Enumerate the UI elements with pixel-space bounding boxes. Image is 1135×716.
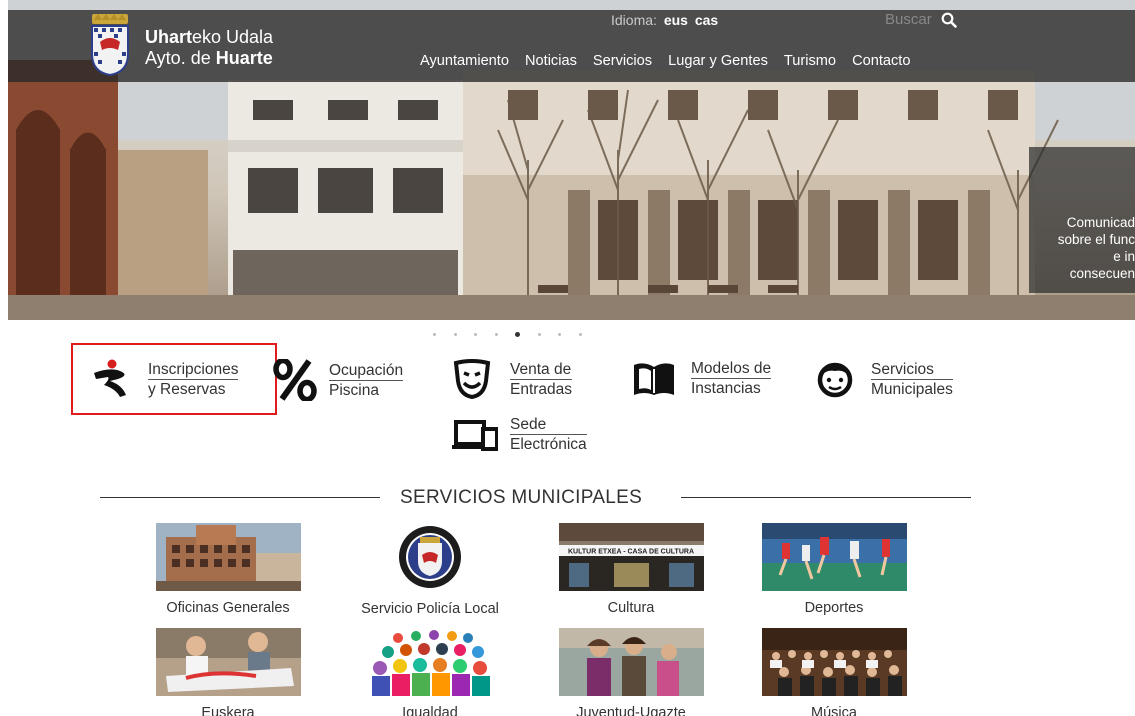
- news-line: Comunicad: [1066, 215, 1135, 230]
- service-label: Servicio Policía Local: [361, 601, 499, 617]
- slider-dot-active[interactable]: [515, 332, 520, 337]
- brand-line2-bold: Huarte: [215, 48, 273, 68]
- quicklink-line1: Servicios: [871, 360, 953, 380]
- nav-turismo[interactable]: Turismo: [784, 53, 836, 69]
- service-label: Oficinas Generales: [166, 600, 290, 616]
- quicklink-line2: Entradas: [510, 380, 573, 398]
- police-badge-image: [357, 523, 503, 591]
- quicklink-line2: Instancias: [691, 380, 761, 397]
- quicklink-ocupacion-piscina[interactable]: Ocupación Piscina: [273, 359, 404, 401]
- service-musica[interactable]: Música: [754, 628, 914, 716]
- nav-servicios[interactable]: Servicios: [593, 53, 652, 69]
- musica-photo: [761, 628, 907, 696]
- language-label: Idioma:: [611, 12, 657, 28]
- service-juventud[interactable]: Juventud-Ugazte: [551, 628, 711, 716]
- section-title: SERVICIOS MUNICIPALES: [400, 487, 643, 508]
- service-label: Cultura: [607, 600, 655, 616]
- section-divider-right: [681, 497, 971, 498]
- language-switcher: Idioma: eus cas: [611, 12, 718, 28]
- deportes-photo: [761, 523, 907, 591]
- nav-noticias[interactable]: Noticias: [525, 53, 577, 69]
- service-deportes[interactable]: Deportes: [754, 523, 914, 615]
- site-brand[interactable]: Uharteko Udala Ayto. de Huarte: [145, 27, 273, 69]
- quicklink-line2: Electrónica: [510, 436, 587, 453]
- slider-dots: [433, 332, 582, 337]
- slider-dot[interactable]: [578, 333, 582, 336]
- service-label: Juventud-Ugazte: [576, 705, 686, 716]
- news-line: sobre el func: [1057, 232, 1135, 247]
- search-input[interactable]: Buscar: [885, 11, 932, 28]
- open-book-icon: [634, 362, 674, 395]
- igualdad-image: [357, 628, 503, 696]
- percent-icon: [273, 359, 317, 401]
- service-igualdad[interactable]: Igualdad: [350, 628, 510, 716]
- quicklink-venta-entradas[interactable]: Venta de Entradas: [452, 359, 573, 399]
- quicklink-line2: Piscina: [329, 381, 379, 399]
- search-icon[interactable]: [941, 12, 957, 28]
- service-oficinas-generales[interactable]: Oficinas Generales: [148, 523, 308, 615]
- slider-dot[interactable]: [433, 333, 436, 336]
- quicklink-line1: Venta de: [510, 360, 573, 380]
- service-label: Música: [811, 705, 857, 716]
- lang-eus-link[interactable]: eus: [664, 12, 688, 28]
- service-euskera[interactable]: Euskera: [148, 628, 308, 716]
- nav-ayuntamiento[interactable]: Ayuntamiento: [420, 53, 509, 69]
- news-caption-text[interactable]: Comunicad sobre el func e in consecuen: [1035, 214, 1135, 282]
- coat-of-arms-logo[interactable]: [88, 12, 132, 76]
- section-divider-left: [100, 497, 380, 498]
- cultura-sign-text: KULTUR ETXEA - CASA DE CULTURA: [568, 549, 694, 556]
- quicklink-line1: Modelos de: [691, 360, 772, 379]
- brand-line2-rest: Ayto. de: [145, 48, 216, 68]
- quicklink-line2: y Reservas: [148, 380, 226, 398]
- runner-icon: [94, 359, 126, 397]
- support-agent-icon: [817, 362, 853, 398]
- quicklink-inscripciones[interactable]: Inscripciones y Reservas: [90, 359, 239, 399]
- service-policia-local[interactable]: Servicio Policía Local: [350, 523, 510, 616]
- news-line: e in: [1113, 249, 1135, 264]
- service-label: Igualdad: [402, 705, 458, 716]
- main-nav: Ayuntamiento Noticias Servicios Lugar y …: [420, 53, 910, 69]
- brand-line1-rest: eko Udala: [192, 27, 274, 47]
- nav-lugar-y-gentes[interactable]: Lugar y Gentes: [668, 53, 768, 69]
- quicklink-sede-electronica[interactable]: Sede Electrónica: [452, 415, 587, 454]
- quicklink-line1: Inscripciones: [148, 360, 239, 380]
- service-label: Euskera: [201, 705, 255, 716]
- service-label: Deportes: [804, 600, 864, 616]
- lang-cas-link[interactable]: cas: [695, 12, 718, 28]
- cultura-photo: KULTUR ETXEA - CASA DE CULTURA: [558, 523, 704, 591]
- quicklink-line2: Municipales: [871, 380, 953, 398]
- theater-mask-icon: [453, 359, 491, 399]
- search-box[interactable]: Buscar: [885, 11, 957, 28]
- quicklink-modelos-instancias[interactable]: Modelos de Instancias: [632, 359, 772, 398]
- slider-dot[interactable]: [537, 333, 541, 336]
- oficinas-photo: [155, 523, 301, 591]
- quicklink-line1: Sede: [510, 415, 587, 435]
- euskera-photo: [155, 628, 301, 696]
- brand-line1-bold: Uhart: [145, 27, 193, 47]
- nav-contacto[interactable]: Contacto: [852, 53, 910, 69]
- juventud-photo: [558, 628, 704, 696]
- slider-dot[interactable]: [453, 333, 457, 336]
- slider-dot[interactable]: [474, 333, 477, 336]
- service-cultura[interactable]: KULTUR ETXEA - CASA DE CULTURA Cultura: [551, 523, 711, 615]
- quicklink-line1: Ocupación: [329, 361, 404, 381]
- slider-dot[interactable]: [494, 333, 498, 336]
- quicklink-servicios-municipales[interactable]: Servicios Municipales: [814, 359, 953, 399]
- news-line: consecuen: [1069, 266, 1135, 281]
- slider-dot[interactable]: [558, 333, 561, 336]
- devices-icon: [452, 419, 498, 451]
